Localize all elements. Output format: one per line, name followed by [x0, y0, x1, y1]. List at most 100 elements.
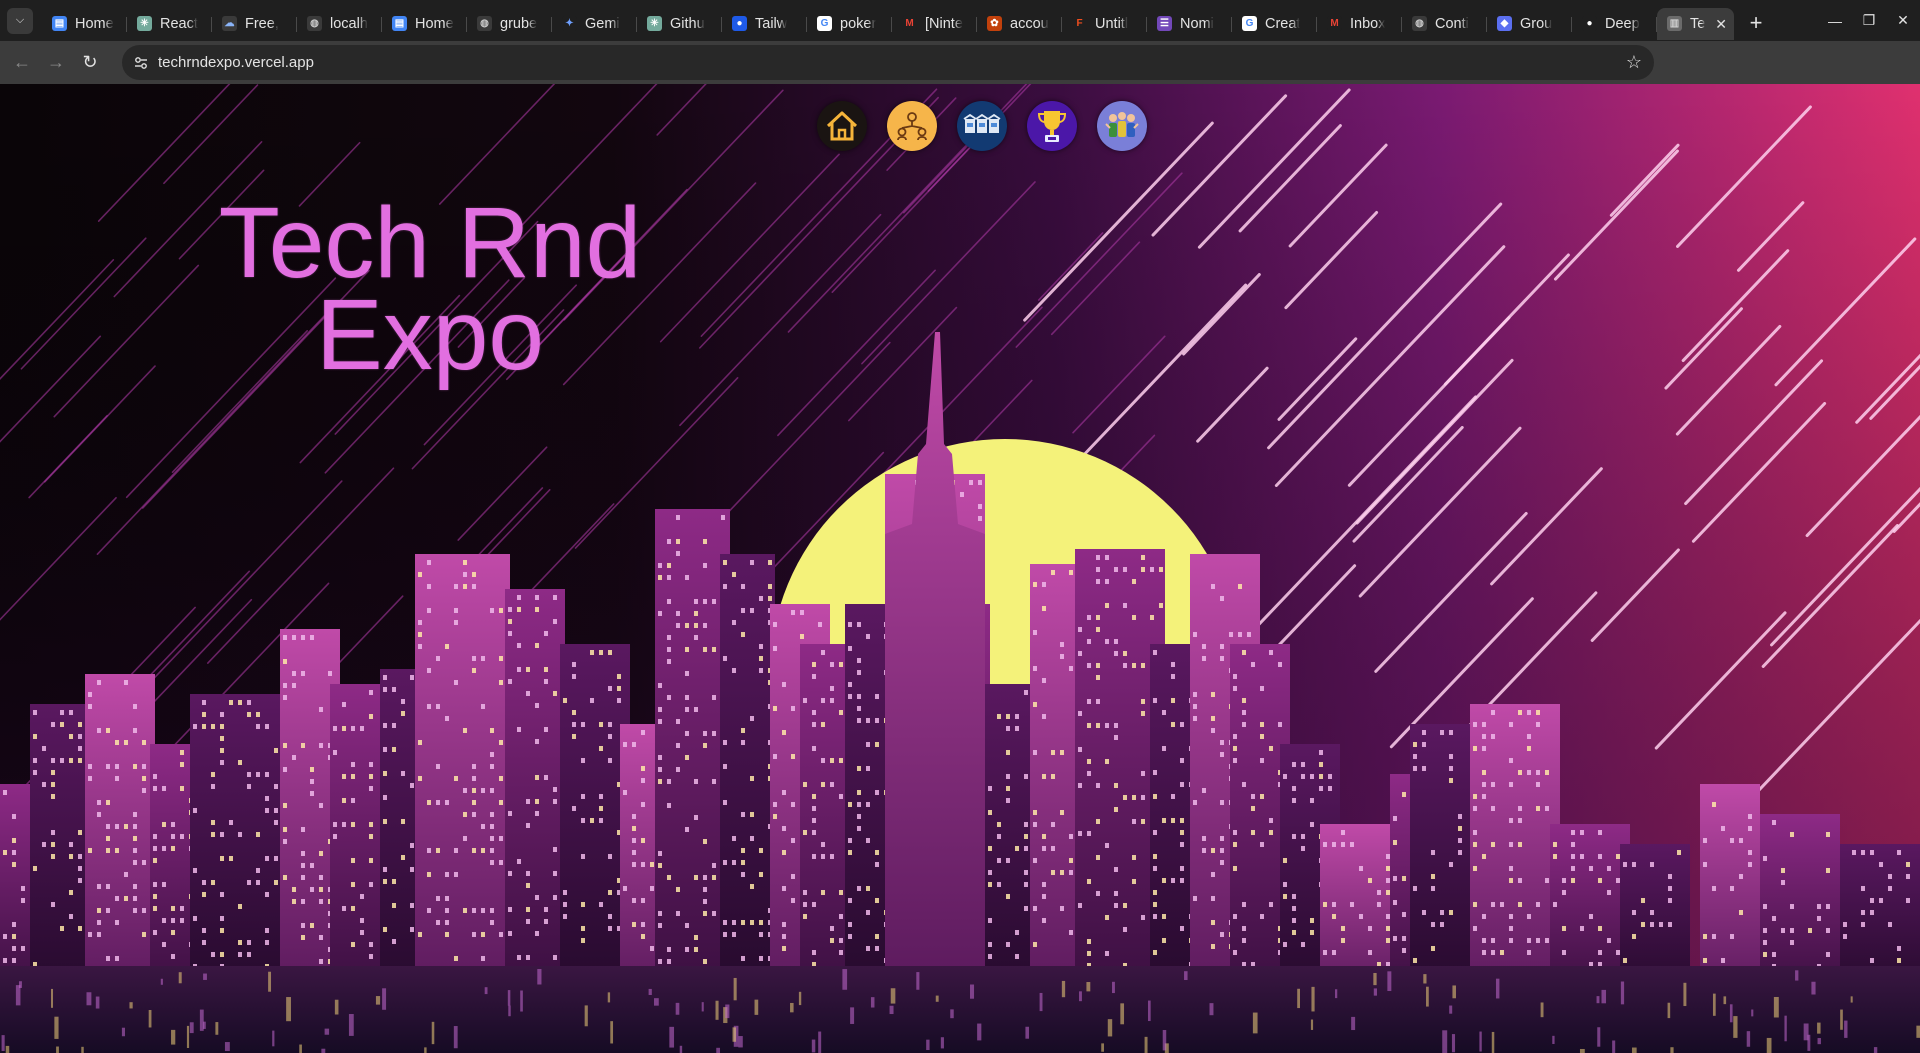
- building-window: [1536, 782, 1540, 787]
- building-window: [759, 668, 763, 673]
- water-streak: [121, 1027, 126, 1037]
- building-window: [369, 714, 373, 719]
- building-window: [1278, 722, 1282, 727]
- building-window: [463, 788, 467, 793]
- address-bar[interactable]: techrndexpo.vercel.app ☆: [122, 45, 1654, 80]
- building-window: [171, 930, 175, 935]
- tab[interactable]: ▤ Home: [382, 8, 467, 40]
- building-window: [526, 883, 530, 888]
- tab-active[interactable]: ▥ Te ✕: [1657, 7, 1734, 40]
- building-window: [1153, 890, 1157, 895]
- building-window: [997, 822, 1001, 827]
- tab[interactable]: ✳ React: [127, 8, 212, 40]
- building-window: [274, 856, 278, 861]
- site-info-button[interactable]: [128, 50, 154, 76]
- building-window: [319, 899, 323, 904]
- tab[interactable]: M [Ninte: [892, 8, 977, 40]
- water-streak: [1712, 993, 1716, 1016]
- new-tab-button[interactable]: +: [1742, 9, 1770, 37]
- building-window: [750, 884, 754, 889]
- building-window: [1193, 632, 1197, 637]
- tab[interactable]: ◆ Grou: [1487, 8, 1572, 40]
- bookmark-star-icon[interactable]: ☆: [1626, 52, 1642, 73]
- building-window: [1301, 846, 1305, 851]
- building-window: [848, 646, 852, 651]
- building-window: [490, 860, 494, 865]
- building-window: [1123, 663, 1127, 668]
- tab-search-button[interactable]: ⌵: [7, 7, 33, 34]
- building-window: [517, 607, 521, 612]
- tab[interactable]: ☁ Free,: [212, 8, 297, 40]
- building-window: [247, 712, 251, 717]
- building-window: [1870, 958, 1874, 963]
- building-window: [1096, 579, 1100, 584]
- tab[interactable]: ◍ Conti: [1402, 8, 1487, 40]
- tab[interactable]: ✿ accou: [977, 8, 1062, 40]
- building-window: [133, 848, 137, 853]
- building-window: [1482, 950, 1486, 955]
- tab[interactable]: G Creat: [1232, 8, 1317, 40]
- restore-button[interactable]: ❐: [1852, 0, 1886, 41]
- building-window: [1171, 794, 1175, 799]
- building-window: [1598, 854, 1602, 859]
- building-window: [1283, 882, 1287, 887]
- tab[interactable]: ▤ Home: [42, 8, 127, 40]
- building-window: [265, 796, 269, 801]
- building-window: [463, 812, 467, 817]
- reload-button[interactable]: ↻: [73, 46, 107, 80]
- building-window: [124, 824, 128, 829]
- tab[interactable]: ● Deep: [1572, 8, 1657, 40]
- tab[interactable]: ✦ Gemi: [552, 8, 637, 40]
- plus-icon: +: [1749, 9, 1763, 35]
- building-window: [773, 814, 777, 819]
- tab[interactable]: ● Tailw: [722, 8, 807, 40]
- building-window: [563, 890, 567, 895]
- building-window: [535, 931, 539, 936]
- tab[interactable]: ◍ localh: [297, 8, 382, 40]
- building-window: [667, 575, 671, 580]
- building-window: [508, 907, 512, 912]
- tab[interactable]: F Untitl: [1062, 8, 1147, 40]
- events-nav-icon[interactable]: [957, 101, 1007, 151]
- building-window: [1826, 832, 1830, 837]
- building-window: [1368, 878, 1372, 883]
- building-window: [1087, 879, 1091, 884]
- building-window: [839, 890, 843, 895]
- building-window: [1251, 794, 1255, 799]
- close-icon: ✕: [1897, 12, 1909, 28]
- home-nav-icon[interactable]: [817, 101, 867, 151]
- tab[interactable]: Gpoker: [807, 8, 892, 40]
- building-window: [1132, 855, 1136, 860]
- building-window: [759, 656, 763, 661]
- close-window-button[interactable]: ✕: [1886, 0, 1920, 41]
- tab[interactable]: M Inbox: [1317, 8, 1402, 40]
- water-streak: [1449, 1005, 1453, 1014]
- building-window: [685, 923, 689, 928]
- minimize-button[interactable]: —: [1818, 0, 1852, 41]
- forward-button[interactable]: →: [39, 46, 73, 80]
- tab[interactable]: ◍ grube: [467, 8, 552, 40]
- building-window: [535, 799, 539, 804]
- building-window: [544, 631, 548, 636]
- awards-nav-icon[interactable]: [1027, 101, 1077, 151]
- building-window: [1233, 746, 1237, 751]
- building-window: [1413, 886, 1417, 891]
- building-window: [1292, 918, 1296, 923]
- building-window: [369, 858, 373, 863]
- back-button[interactable]: ←: [5, 46, 39, 80]
- contact-nav-icon[interactable]: [1097, 101, 1147, 151]
- building-window: [658, 611, 662, 616]
- building-window: [1193, 716, 1197, 721]
- tab[interactable]: ☰ Nomi: [1147, 8, 1232, 40]
- building-window: [1006, 798, 1010, 803]
- building-window: [51, 794, 55, 799]
- tab-close-icon[interactable]: ✕: [1715, 16, 1727, 33]
- water-streak: [679, 1045, 683, 1053]
- building-window: [51, 722, 55, 727]
- building-window: [1319, 786, 1323, 791]
- building-window: [1171, 662, 1175, 667]
- team-nav-icon[interactable]: [887, 101, 937, 151]
- building-window: [1233, 830, 1237, 835]
- building-window: [499, 656, 503, 661]
- tab[interactable]: ✳ Githu: [637, 8, 722, 40]
